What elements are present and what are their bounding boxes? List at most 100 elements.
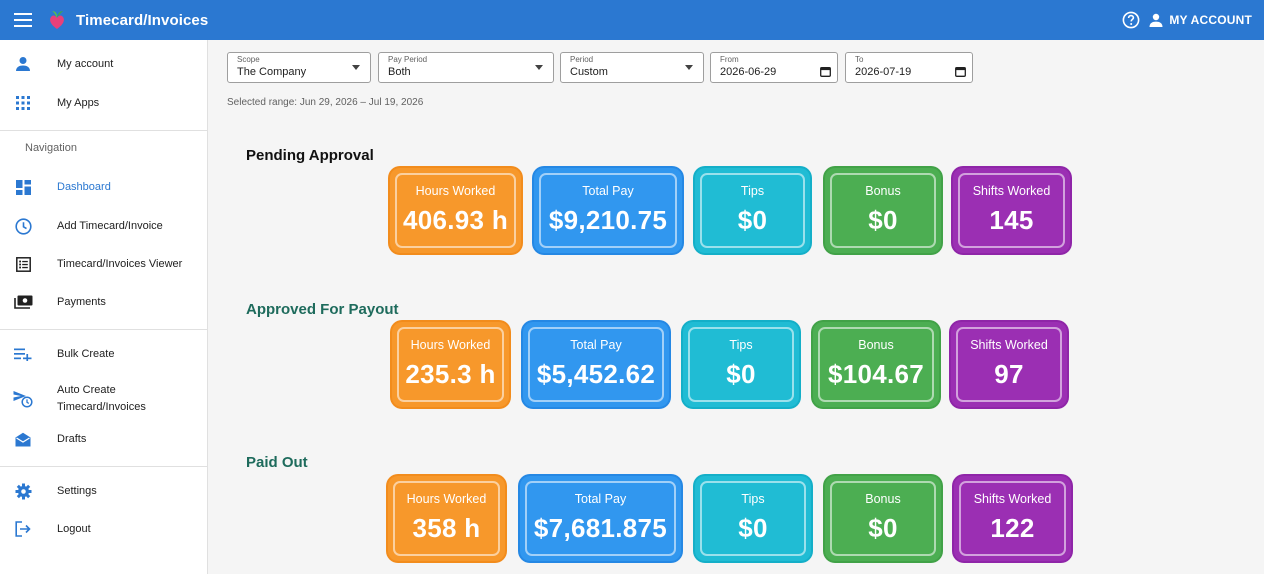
card-label: Tips xyxy=(740,184,765,198)
card-value: $0 xyxy=(738,513,768,543)
sidebar-item-label: Timecard/Invoices Viewer xyxy=(57,257,183,270)
card-label: Total Pay xyxy=(570,338,622,352)
card-shifts-worked: Shifts Worked 145 xyxy=(953,168,1070,253)
sidebar-item-bulk-create[interactable]: Bulk Create xyxy=(0,336,207,372)
sidebar-item-auto-create[interactable]: Auto Create Timecard/Invoices xyxy=(0,379,207,419)
to-label: To xyxy=(855,55,864,64)
section-title-pending-approval: Pending Approval xyxy=(246,147,374,164)
card-hours-worked: Hours Worked 235.3 h xyxy=(392,322,509,407)
card-label: Bonus xyxy=(865,492,901,506)
person-icon xyxy=(13,54,33,74)
card-label: Hours Worked xyxy=(415,184,496,198)
dropdown-arrow-icon xyxy=(685,65,693,70)
card-shifts-worked: Shifts Worked 122 xyxy=(954,476,1071,561)
card-value: 97 xyxy=(994,359,1024,389)
card-label: Bonus xyxy=(858,338,894,352)
sidebar-item-label: My Apps xyxy=(57,96,100,109)
sidebar-item-my-apps[interactable]: My Apps xyxy=(0,85,207,121)
app-bar: Timecard/Invoices MY ACCOUNT xyxy=(0,0,1264,40)
from-date-input[interactable]: From 2026-06-29 xyxy=(710,52,838,83)
calendar-icon[interactable] xyxy=(820,66,831,77)
navigation-header: Navigation xyxy=(25,142,77,154)
help-icon[interactable] xyxy=(1119,8,1143,32)
card-tips: Tips $0 xyxy=(683,322,799,407)
app-logo-icon xyxy=(48,9,68,31)
card-bonus: Bonus $104.67 xyxy=(813,322,939,407)
card-value: 235.3 h xyxy=(405,359,496,389)
menu-icon[interactable] xyxy=(0,0,46,40)
scope-label: Scope xyxy=(237,55,260,64)
payments-icon xyxy=(13,292,33,312)
card-label: Hours Worked xyxy=(410,338,491,352)
dropdown-arrow-icon xyxy=(352,65,360,70)
sidebar-item-label: Auto Create Timecard/Invoices xyxy=(57,384,146,413)
clock-icon xyxy=(13,216,33,236)
sidebar-item-dashboard[interactable]: Dashboard xyxy=(0,169,207,205)
card-shifts-worked: Shifts Worked 97 xyxy=(951,322,1067,407)
sidebar-item-label: My account xyxy=(57,57,114,70)
from-label: From xyxy=(720,55,739,64)
card-bonus: Bonus $0 xyxy=(825,168,941,253)
selected-range-text: Selected range: Jun 29, 2026 – Jul 19, 2… xyxy=(227,97,424,108)
dropdown-arrow-icon xyxy=(535,65,543,70)
app-title: Timecard/Invoices xyxy=(76,11,209,29)
card-total-pay: Total Pay $9,210.75 xyxy=(534,168,682,253)
card-label: Shifts Worked xyxy=(970,338,1048,352)
gear-icon xyxy=(13,481,33,501)
sidebar-divider xyxy=(0,466,207,467)
sidebar-item-my-account[interactable]: My account xyxy=(0,46,207,82)
sidebar-item-payments[interactable]: Payments xyxy=(0,284,207,320)
period-label: Period xyxy=(570,55,594,64)
my-account-button[interactable]: MY ACCOUNT xyxy=(1149,13,1252,27)
card-value: $0 xyxy=(868,205,898,235)
my-account-label: MY ACCOUNT xyxy=(1169,13,1252,27)
card-value: 358 h xyxy=(412,513,481,543)
scope-value: The Company xyxy=(237,66,307,78)
sidebar-item-label: Payments xyxy=(57,295,106,308)
logout-icon xyxy=(13,519,33,539)
calendar-icon[interactable] xyxy=(955,66,966,77)
card-label: Shifts Worked xyxy=(973,492,1052,506)
person-icon xyxy=(1149,13,1163,27)
card-tips: Tips $0 xyxy=(695,168,810,253)
card-label: Tips xyxy=(729,338,753,352)
card-total-pay: Total Pay $7,681.875 xyxy=(520,476,681,561)
card-value: 145 xyxy=(989,205,1034,235)
drafts-icon xyxy=(13,429,33,449)
pay-period-label: Pay Period xyxy=(388,55,428,64)
card-total-pay: Total Pay $5,452.62 xyxy=(523,322,669,407)
sidebar-item-label: Dashboard xyxy=(57,180,111,193)
to-date-input[interactable]: To 2026-07-19 xyxy=(845,52,973,83)
card-label: Shifts Worked xyxy=(972,184,1051,198)
sidebar-item-label: Settings xyxy=(57,484,97,497)
card-label: Bonus xyxy=(865,184,901,198)
period-select[interactable]: Period Custom xyxy=(560,52,704,83)
schedule-send-icon xyxy=(13,389,33,409)
sidebar-item-settings[interactable]: Settings xyxy=(0,473,207,509)
sidebar-item-label: Logout xyxy=(57,522,91,535)
sidebar-item-logout[interactable]: Logout xyxy=(0,511,207,547)
pay-period-select[interactable]: Pay Period Both xyxy=(378,52,554,83)
dashboard-icon xyxy=(13,177,33,197)
card-value: 122 xyxy=(990,513,1035,543)
sidebar-item-viewer[interactable]: Timecard/Invoices Viewer xyxy=(0,246,207,282)
sidebar-item-drafts[interactable]: Drafts xyxy=(0,421,207,457)
playlist-add-icon xyxy=(13,344,33,364)
card-value: $0 xyxy=(737,205,768,235)
card-hours-worked: Hours Worked 406.93 h xyxy=(390,168,521,253)
card-label: Hours Worked xyxy=(406,492,487,506)
card-value: $0 xyxy=(868,513,898,543)
main-content: Scope The Company Pay Period Both Period… xyxy=(208,40,1264,574)
list-alt-icon xyxy=(13,254,33,274)
apps-grid-icon xyxy=(13,93,33,113)
card-value: $5,452.62 xyxy=(536,359,656,389)
sidebar: My account My Apps Navigation Dashboard … xyxy=(0,40,208,574)
sidebar-item-add-timecard[interactable]: Add Timecard/Invoice xyxy=(0,208,207,244)
sidebar-divider xyxy=(0,329,207,330)
from-value: 2026-06-29 xyxy=(720,66,777,78)
scope-select[interactable]: Scope The Company xyxy=(227,52,371,83)
pay-period-value: Both xyxy=(388,66,411,78)
to-value: 2026-07-19 xyxy=(855,66,912,78)
section-title-paid-out: Paid Out xyxy=(246,454,308,471)
card-value: $9,210.75 xyxy=(548,205,668,235)
